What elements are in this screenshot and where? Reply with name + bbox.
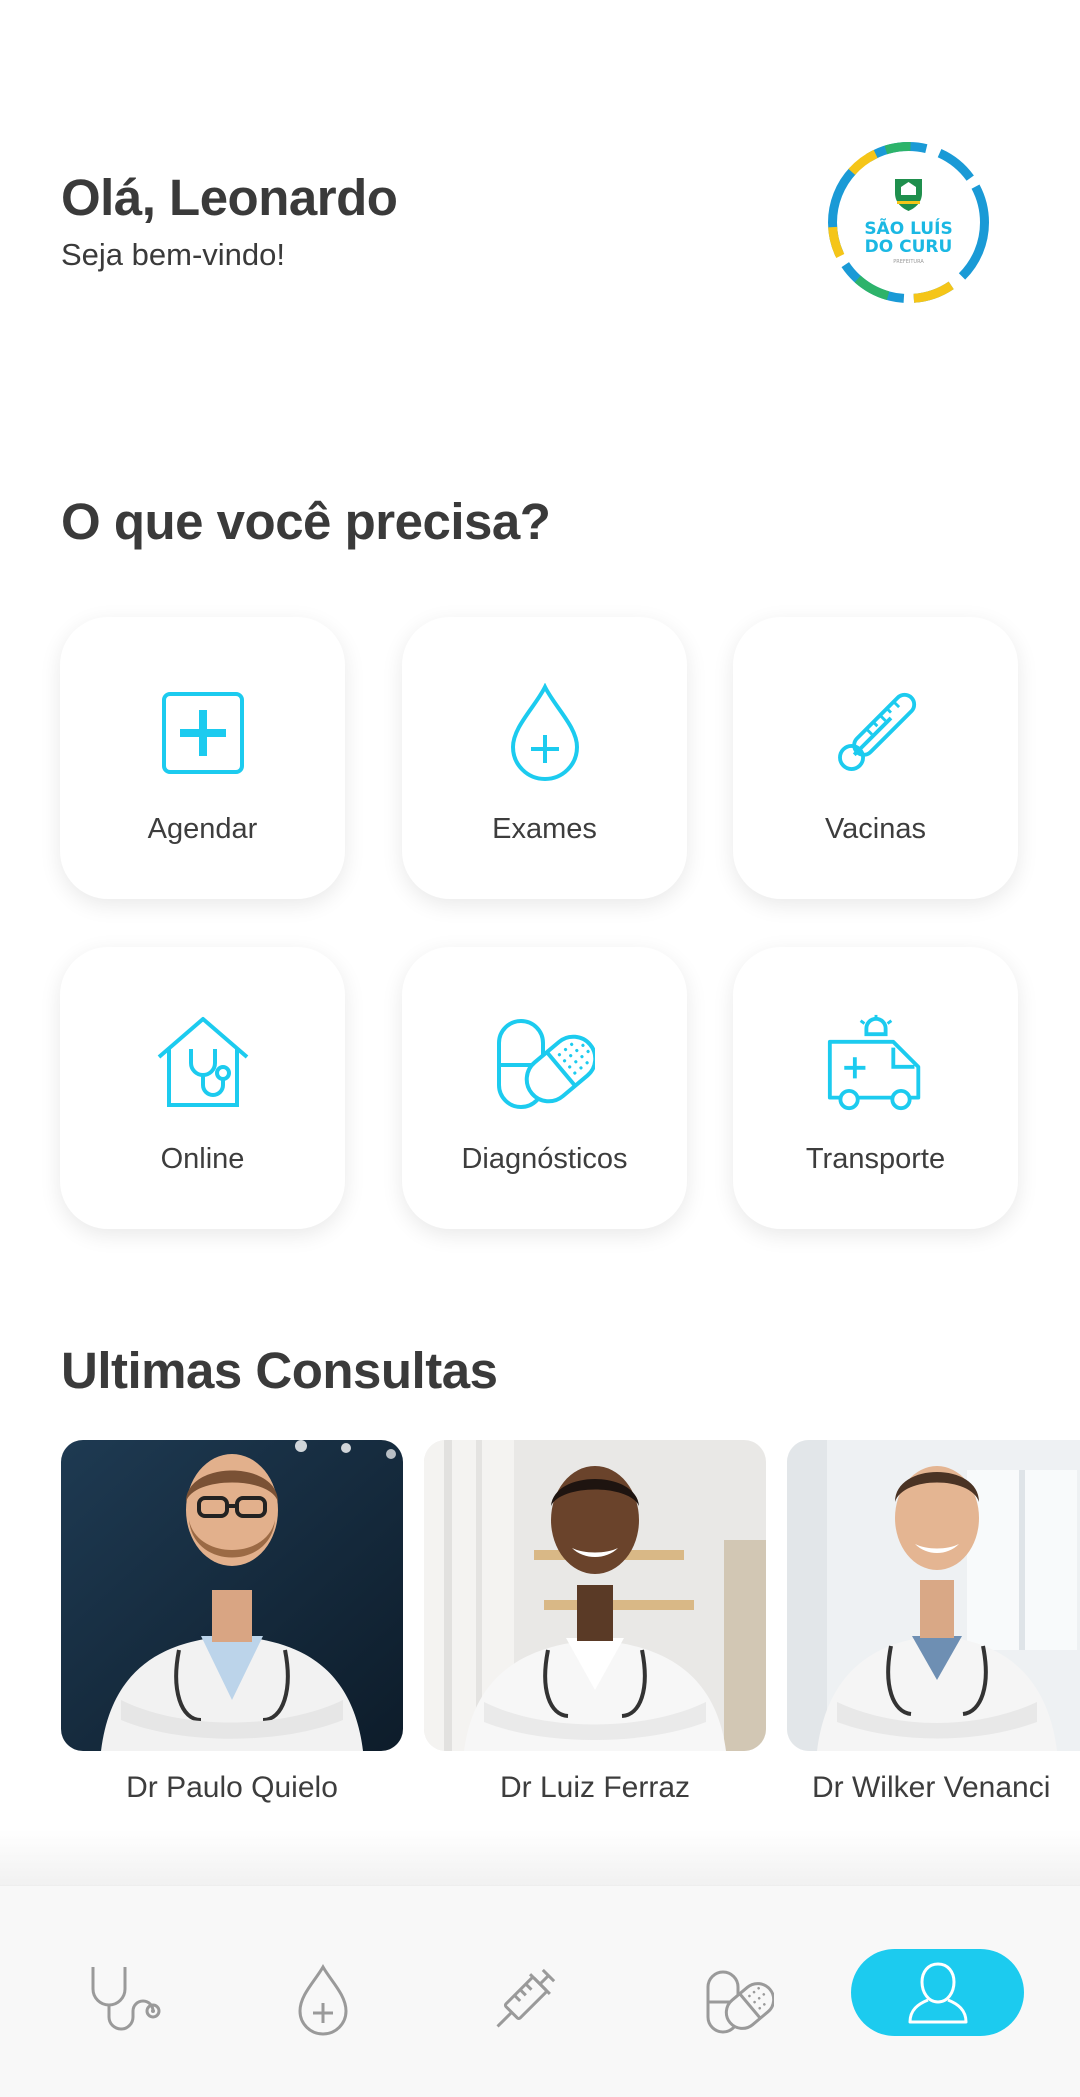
service-vacinas[interactable]: Vacinas bbox=[733, 617, 1018, 899]
nav-exames[interactable] bbox=[278, 1956, 368, 2046]
pills-icon bbox=[706, 1970, 774, 2034]
service-diagnosticos[interactable]: Diagnósticos bbox=[402, 947, 687, 1229]
ambulance-icon bbox=[827, 1014, 920, 1111]
home-screen: Olá, Leonardo Seja bem-vindo! SÃO LUÍS D… bbox=[0, 0, 1080, 2097]
consultas-title: Ultimas Consultas bbox=[61, 1342, 498, 1399]
drop-plus-icon bbox=[298, 1963, 348, 2036]
nav-consultas[interactable] bbox=[80, 1956, 170, 2046]
drop-plus-icon bbox=[510, 683, 579, 781]
house-stethoscope-icon bbox=[157, 1017, 248, 1107]
service-online[interactable]: Online bbox=[60, 947, 345, 1229]
bottom-fade bbox=[0, 1830, 1080, 1886]
nav-profile[interactable] bbox=[851, 1949, 1024, 2036]
service-label: Agendar bbox=[147, 813, 258, 845]
doctor-photo bbox=[424, 1440, 766, 1751]
syringe-icon bbox=[496, 1968, 556, 2028]
service-label: Exames bbox=[492, 813, 597, 845]
doctors-carousel[interactable]: Dr Paulo Quielo Dr Luiz Ferraz Dr Wilker… bbox=[61, 1440, 1080, 1820]
service-agendar[interactable]: Agendar bbox=[60, 617, 345, 899]
nav-vacinas[interactable] bbox=[478, 1956, 568, 2046]
service-label: Transporte bbox=[805, 1143, 946, 1175]
greeting-title: Olá, Leonardo bbox=[61, 169, 398, 226]
plus-square-icon bbox=[161, 692, 244, 774]
services-title: O que você precisa? bbox=[61, 493, 551, 550]
doctor-name: Dr Paulo Quielo bbox=[126, 1771, 338, 1804]
greeting-subtitle: Seja bem-vindo! bbox=[61, 237, 286, 272]
doctor-photo bbox=[61, 1440, 403, 1751]
city-logo: SÃO LUÍS DO CURU PREFEITURA bbox=[828, 142, 989, 303]
service-transporte[interactable]: Transporte bbox=[733, 947, 1018, 1229]
logo-text-3: PREFEITURA bbox=[893, 259, 924, 265]
service-label: Diagnósticos bbox=[461, 1143, 628, 1175]
user-icon bbox=[908, 1961, 967, 2023]
doctor-card[interactable]: Dr Wilker Venanci bbox=[787, 1440, 1080, 1805]
logo-text-1: SÃO LUÍS bbox=[864, 216, 952, 239]
doctor-name: Dr Wilker Venanci bbox=[812, 1771, 1051, 1804]
bottom-nav bbox=[0, 1885, 1080, 2097]
service-label: Online bbox=[160, 1143, 245, 1175]
doctor-name: Dr Luiz Ferraz bbox=[499, 1771, 691, 1804]
service-label: Vacinas bbox=[824, 813, 927, 845]
nav-diagnosticos[interactable] bbox=[694, 1956, 784, 2046]
logo-text-2: DO CURU bbox=[865, 237, 953, 257]
doctor-card[interactable]: Dr Paulo Quielo bbox=[61, 1440, 403, 1805]
stethoscope-icon bbox=[91, 1967, 161, 2031]
pills-icon bbox=[496, 1019, 595, 1109]
service-exames[interactable]: Exames bbox=[402, 617, 687, 899]
doctor-card[interactable]: Dr Luiz Ferraz bbox=[424, 1440, 766, 1805]
doctor-photo bbox=[787, 1440, 1080, 1751]
thermometer-icon bbox=[837, 692, 916, 771]
greeting-block: Olá, Leonardo Seja bem-vindo! bbox=[61, 168, 398, 273]
